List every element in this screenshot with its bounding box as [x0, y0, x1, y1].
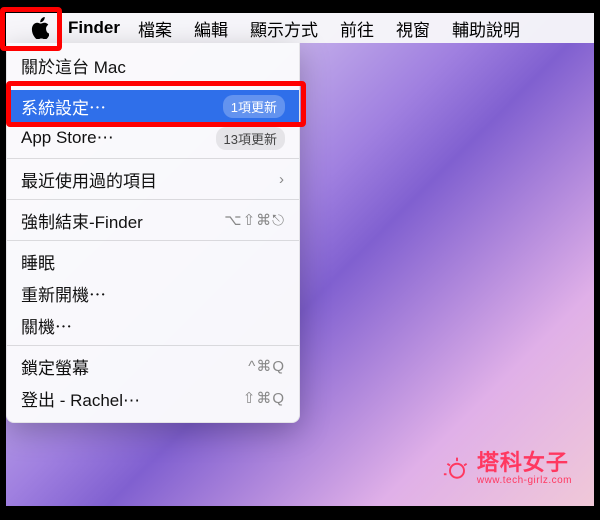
menu-restart[interactable]: 重新開機⋯ [7, 277, 299, 309]
menu-recent-items[interactable]: 最近使用過的項目 › [7, 163, 299, 195]
menu-separator [7, 158, 299, 159]
menu-label: 關於這台 Mac [21, 53, 126, 78]
menu-label: 強制結束-Finder [21, 208, 143, 233]
menu-label: 睡眠 [21, 249, 55, 274]
keyboard-shortcut: ⌥⇧⌘⎋ [224, 211, 285, 229]
menubar: Finder 檔案 編輯 顯示方式 前往 視窗 輔助說明 [6, 13, 594, 43]
menu-lock-screen[interactable]: 鎖定螢幕 ^⌘Q [7, 350, 299, 382]
menubar-item-file[interactable]: 檔案 [138, 16, 172, 41]
update-badge: 13項更新 [216, 127, 285, 150]
menu-force-quit[interactable]: 強制結束-Finder ⌥⇧⌘⎋ [7, 204, 299, 236]
keyboard-shortcut: ^⌘Q [248, 357, 285, 375]
watermark-title: 塔科女子 [477, 452, 572, 474]
menu-label: 系統設定⋯ [21, 94, 106, 119]
menu-label: 鎖定螢幕 [21, 354, 89, 379]
lightbulb-icon [443, 455, 471, 483]
menu-system-settings[interactable]: 系統設定⋯ 1項更新 [7, 90, 299, 122]
menu-label: 關機⋯ [21, 313, 72, 338]
menubar-item-edit[interactable]: 編輯 [194, 16, 228, 41]
menubar-item-help[interactable]: 輔助說明 [452, 16, 520, 41]
menu-label: App Store⋯ [21, 128, 114, 148]
menubar-item-view[interactable]: 顯示方式 [250, 16, 318, 41]
menu-separator [7, 345, 299, 346]
menu-logout[interactable]: 登出 - Rachel⋯ ⇧⌘Q [7, 382, 299, 414]
apple-menu-icon[interactable] [16, 13, 64, 43]
update-badge: 1項更新 [223, 95, 285, 118]
menu-app-store[interactable]: App Store⋯ 13項更新 [7, 122, 299, 154]
menu-separator [7, 240, 299, 241]
menu-separator [7, 199, 299, 200]
menubar-app-name[interactable]: Finder [68, 18, 120, 38]
menu-about-this-mac[interactable]: 關於這台 Mac [7, 49, 299, 81]
menu-label: 登出 - Rachel⋯ [21, 386, 140, 411]
menu-shutdown[interactable]: 關機⋯ [7, 309, 299, 341]
menu-label: 重新開機⋯ [21, 281, 106, 306]
apple-menu-dropdown: 關於這台 Mac 系統設定⋯ 1項更新 App Store⋯ 13項更新 最近使… [6, 43, 300, 423]
chevron-right-icon: › [279, 171, 285, 188]
desktop-area: Finder 檔案 編輯 顯示方式 前往 視窗 輔助說明 關於這台 Mac 系統… [6, 13, 594, 506]
watermark-url: www.tech-girlz.com [477, 476, 572, 486]
menu-label: 最近使用過的項目 [21, 167, 157, 192]
menu-sleep[interactable]: 睡眠 [7, 245, 299, 277]
watermark: 塔科女子 www.tech-girlz.com [443, 452, 572, 486]
menubar-item-go[interactable]: 前往 [340, 16, 374, 41]
keyboard-shortcut: ⇧⌘Q [243, 389, 285, 407]
menu-separator [7, 85, 299, 86]
menubar-item-window[interactable]: 視窗 [396, 16, 430, 41]
